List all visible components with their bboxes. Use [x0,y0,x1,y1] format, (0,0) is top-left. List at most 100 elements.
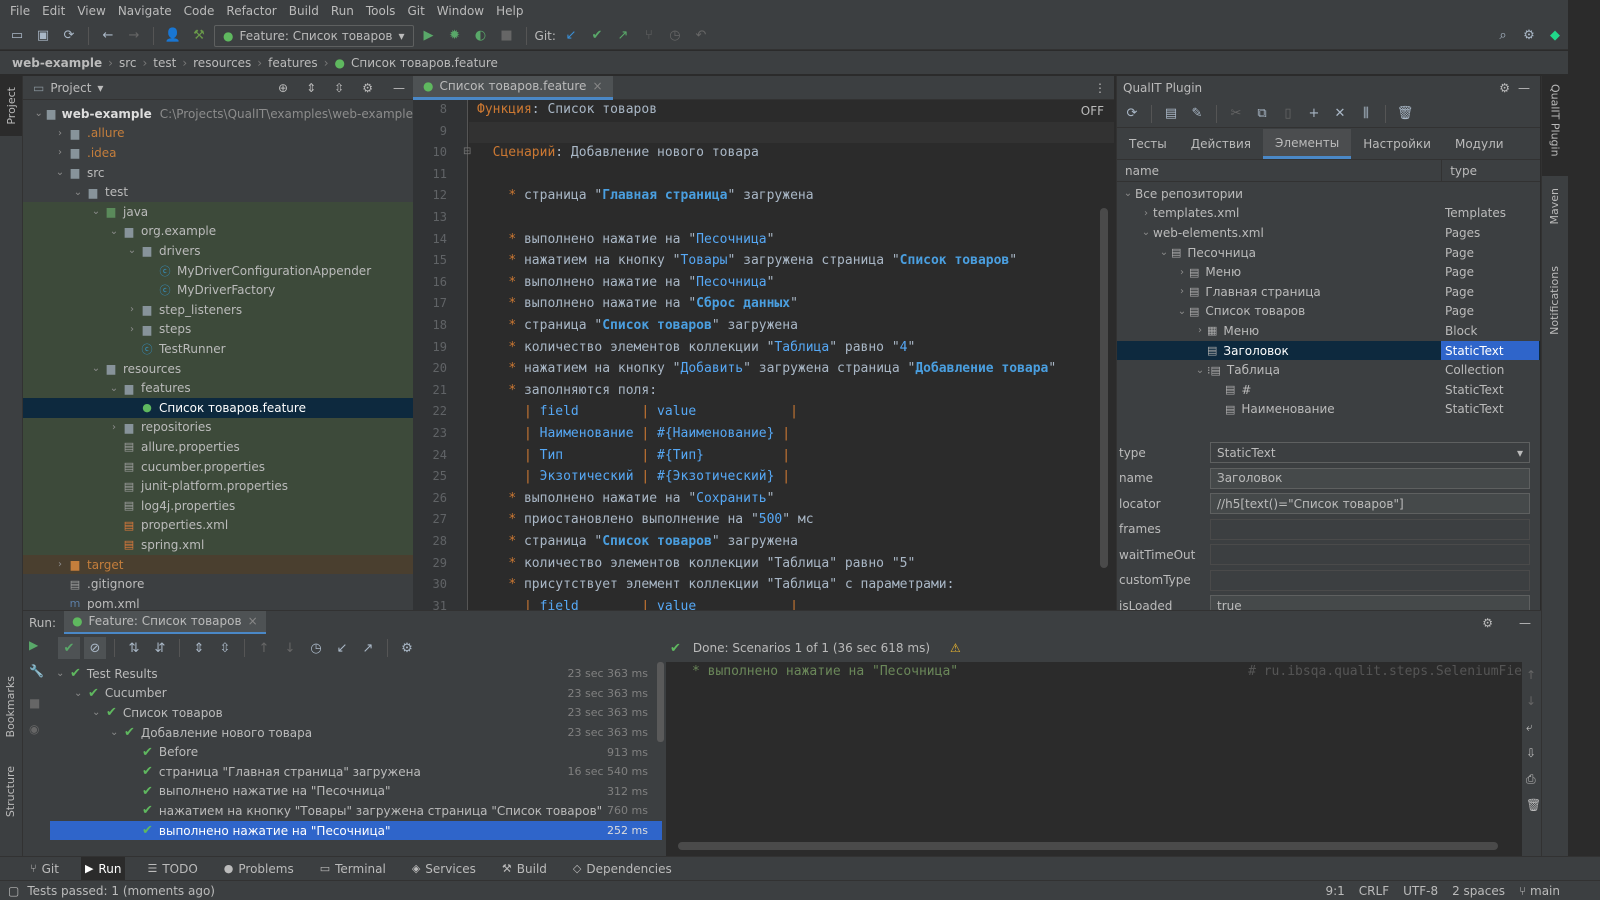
status-message[interactable]: Tests passed: 1 (moments ago) [27,884,215,898]
export-icon[interactable]: ↗ [357,637,379,659]
history-icon[interactable]: ◷ [305,637,327,659]
collapse-all-icon[interactable]: ⇳ [328,81,350,95]
project-tree-row[interactable]: ⓒ MyDriverConfigurationAppender [23,260,413,281]
run-tab[interactable]: ● Feature: Список товаров × [64,610,266,635]
expand-all-icon[interactable]: ⇕ [188,637,210,659]
element-tree-row[interactable]: ▤ # StaticText [1117,380,1540,400]
tool-tab-run[interactable]: ▶ Run [80,856,126,881]
test-result-row[interactable]: ✔ выполнено нажатие на "Песочница" 252 ms [50,820,662,841]
gear-icon[interactable]: ⚙ [396,637,418,659]
chevron-icon[interactable]: ⌄ [110,727,124,738]
chevron-icon[interactable]: ⌄ [71,187,85,198]
chevron-icon[interactable]: ⌄ [53,167,67,178]
chevron-icon[interactable]: ⌄ [1121,188,1135,199]
chevron-icon[interactable]: › [53,559,67,570]
property-field-name[interactable]: Заголовок [1210,467,1530,489]
chevron-icon[interactable]: ⌄ [56,668,70,679]
forward-icon[interactable]: → [123,25,145,47]
minimize-icon[interactable]: — [1518,81,1530,95]
chevron-icon[interactable]: ⌄ [1139,227,1153,238]
property-field-frames[interactable] [1210,518,1530,540]
project-tree-row[interactable]: ⌄ ▆ resources [23,358,413,379]
run-configuration-select[interactable]: ● Feature: Список товаров ▾ [214,24,414,47]
chevron-icon[interactable]: › [1139,208,1153,219]
menu-item-view[interactable]: View [71,4,111,18]
sort-duration-icon[interactable]: ⇵ [149,637,171,659]
plugin-tab[interactable]: Элементы [1263,129,1352,159]
user-icon[interactable]: 👤 [162,25,184,47]
project-tree-row[interactable]: m pom.xml [23,594,413,610]
sort-alpha-icon[interactable]: ⇅ [123,637,145,659]
git-history-icon[interactable]: ◷ [664,25,686,47]
test-result-row[interactable]: ⌄ ✔ Добавление нового товара 23 sec 363 ms [50,723,662,743]
cursor-position[interactable]: 9:1 [1325,884,1344,898]
element-tree-row[interactable]: ⌄ ⁝▤ Таблица Collection [1117,360,1540,380]
edit-icon[interactable]: ✎ [1186,103,1208,125]
element-tree-row[interactable]: ⌄ ▤ Список товаров Page [1117,302,1540,322]
document-icon[interactable]: ▤ [1160,103,1182,125]
git-rollback-icon[interactable]: ↶ [690,25,712,47]
element-tree-row[interactable]: › templates.xml Templates [1117,204,1540,224]
warning-icon[interactable]: ⚠ [950,641,961,655]
chevron-icon[interactable]: ⌄ [1157,247,1171,258]
breadcrumb-item[interactable]: src [119,56,143,70]
plugin-stripe-button[interactable]: QualIT Plugin [1542,76,1568,176]
notifications-stripe-label[interactable]: Notifications [1548,266,1561,335]
project-tree-row[interactable]: ▤ allure.properties [23,437,413,457]
git-commit-icon[interactable]: ✔ [586,25,608,47]
minimize-icon[interactable]: — [1509,616,1541,630]
camera-icon[interactable]: ◉ [29,722,39,736]
chevron-icon[interactable]: ⌄ [1175,306,1189,317]
status-square-icon[interactable]: ▢ [8,884,19,898]
editor-tab-feature[interactable]: ● Список товаров.feature × [413,75,613,100]
project-tree-row[interactable]: ▤ junit-platform.properties [23,476,413,496]
property-field-type[interactable]: StaticText ▾ [1210,442,1530,464]
property-field-waitTimeOut[interactable] [1210,544,1530,566]
column-header-name[interactable]: name [1117,160,1443,181]
delete-icon[interactable]: ✕ [1329,103,1351,125]
project-tree-row[interactable]: ● Список товаров.feature [23,398,413,418]
trash-icon[interactable]: 🗑 [1394,103,1416,125]
paste-icon[interactable]: ▯ [1277,103,1299,125]
project-tree-row[interactable]: ⌄ ▆ java [23,202,413,222]
coverage-icon[interactable]: ◐ [470,25,492,47]
git-push-icon[interactable]: ↗ [612,25,634,47]
menu-item-git[interactable]: Git [401,4,430,18]
chevron-icon[interactable]: ⌄ [1193,365,1207,376]
scroll-end-icon[interactable]: ⇩ [1526,746,1536,760]
bookmarks-stripe-label[interactable]: Bookmarks [4,676,17,737]
chevron-icon[interactable]: ⌄ [74,688,88,699]
show-ignored-icon[interactable]: ⊘ [84,637,106,659]
test-result-row[interactable]: ⌄ ✔ Test Results 23 sec 363 ms [50,664,662,684]
save-icon[interactable]: ▣ [32,25,54,47]
menu-item-edit[interactable]: Edit [36,4,71,18]
element-tree-row[interactable]: ⌄ web-elements.xml Pages [1117,223,1540,243]
chevron-down-icon[interactable]: ▾ [97,81,103,95]
open-folder-icon[interactable]: ▭ [6,25,28,47]
project-tree-row[interactable]: ▤ spring.xml [23,535,413,555]
file-encoding[interactable]: UTF-8 [1403,884,1438,898]
element-tree-row[interactable]: ⌄ ▤ Песочница Page [1117,243,1540,263]
debug-icon[interactable]: ✹ [444,25,466,47]
project-tree-row[interactable]: ⓒ MyDriverFactory [23,280,413,300]
chevron-icon[interactable]: ⌄ [33,108,45,119]
tool-tab-todo[interactable]: ☰ TODO [143,857,201,881]
scroll-down-icon[interactable]: ↓ [1526,694,1536,708]
menu-item-file[interactable]: File [4,4,36,18]
chevron-icon[interactable]: › [125,324,139,335]
element-tree-row[interactable]: ▤ Заголовок StaticText [1117,340,1540,361]
project-tree-row[interactable]: › ▆ steps [23,319,413,340]
code-editor[interactable]: 8 9 10 11 12 13 14 15 16 17 18 19 20 21 22 23 24 25 26 27 28… [413,100,1114,610]
chevron-icon[interactable]: › [53,128,67,139]
menu-item-navigate[interactable]: Navigate [112,4,178,18]
refresh-icon[interactable]: ⟳ [1121,103,1143,125]
maven-stripe-label[interactable]: Maven [1548,188,1561,224]
next-icon[interactable]: ↓ [279,637,301,659]
property-field-locator[interactable]: //h5[text()="Список товаров"] [1210,493,1530,515]
tool-tab-terminal[interactable]: ▭ Terminal [316,857,390,881]
console-scrollbar[interactable] [678,842,1498,850]
minimize-icon[interactable]: — [385,81,413,95]
rerun-icon[interactable]: ▶ [29,638,38,652]
stop-icon[interactable]: ■ [29,696,40,710]
project-tree-row[interactable]: › ▆ repositories [23,417,413,438]
